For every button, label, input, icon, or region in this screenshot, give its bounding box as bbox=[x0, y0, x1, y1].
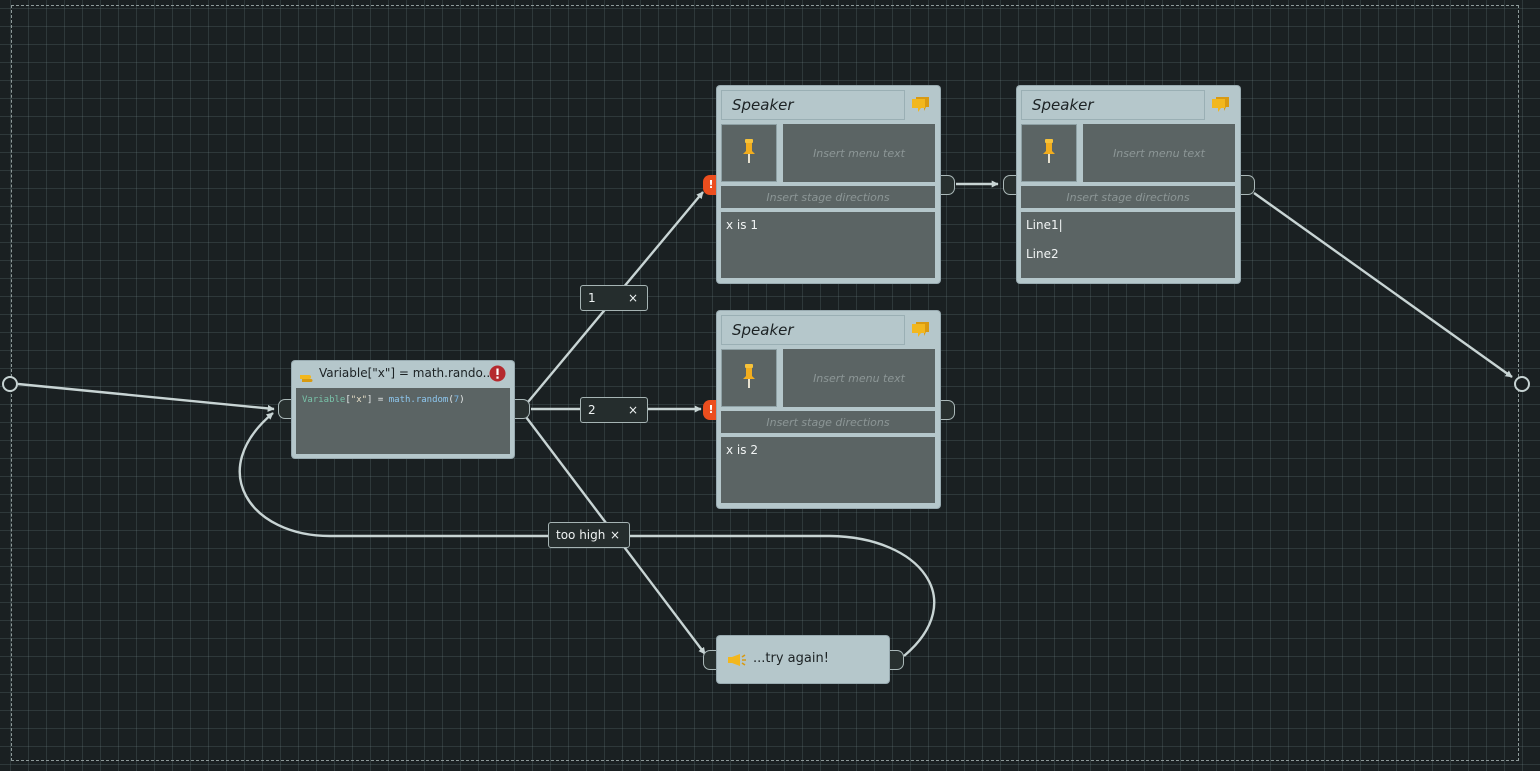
code-token-variable: Variable bbox=[302, 395, 346, 405]
speaker-portrait[interactable] bbox=[721, 124, 777, 182]
remove-condition-icon[interactable]: × bbox=[628, 286, 638, 310]
speaker-node-3[interactable]: Speaker Insert menu text Insert stage di… bbox=[717, 311, 940, 508]
condition-label[interactable]: 1 bbox=[588, 286, 596, 310]
megaphone-icon bbox=[727, 653, 747, 671]
flow-start-endpoint[interactable] bbox=[2, 376, 18, 392]
code-token-function: math.random bbox=[388, 395, 449, 405]
dialogue-line: x is 1 bbox=[726, 218, 758, 232]
speech-bubble-icon[interactable] bbox=[908, 316, 934, 342]
dialogue-text-field[interactable]: x is 2 bbox=[721, 437, 935, 503]
wire-start-to-script[interactable] bbox=[17, 382, 275, 412]
speaker-name[interactable]: Speaker bbox=[721, 315, 905, 345]
script-output-port[interactable] bbox=[515, 399, 530, 419]
condition-label[interactable]: too high bbox=[556, 523, 605, 547]
script-node-title: Variable["x"] = math.rando... bbox=[319, 366, 495, 380]
speaker-3-input-port-error[interactable]: ! bbox=[703, 400, 718, 420]
try-node-output-port[interactable] bbox=[889, 650, 904, 670]
remove-condition-icon[interactable]: × bbox=[628, 398, 638, 422]
speaker-portrait[interactable] bbox=[721, 349, 777, 407]
script-input-port[interactable] bbox=[278, 399, 293, 419]
condition-too-high[interactable]: too high × bbox=[548, 522, 630, 548]
dialogue-line: x is 2 bbox=[726, 443, 758, 457]
condition-x2[interactable]: 2 × bbox=[580, 397, 648, 423]
try-again-text[interactable]: ...try again! bbox=[753, 651, 829, 666]
speech-bubble-icon[interactable] bbox=[908, 91, 934, 117]
menu-text-field[interactable]: Insert menu text bbox=[783, 349, 935, 407]
speaker-2-input-port[interactable] bbox=[1003, 175, 1018, 195]
speaker-1-input-port-error[interactable]: ! bbox=[703, 175, 718, 195]
code-token-string: "x" bbox=[350, 395, 368, 405]
stage-directions-field[interactable]: Insert stage directions bbox=[721, 186, 935, 208]
wire-lines-to-end[interactable] bbox=[1253, 192, 1513, 378]
dialogue-text-field[interactable]: x is 1 bbox=[721, 212, 935, 278]
speech-bubble-icon[interactable] bbox=[1208, 91, 1234, 117]
menu-text-field[interactable]: Insert menu text bbox=[783, 124, 935, 182]
dialogue-line: Line2 bbox=[1026, 247, 1059, 261]
dialogue-text-field[interactable]: Line1| Line2 bbox=[1021, 212, 1235, 278]
speaker-1-output-port[interactable] bbox=[940, 175, 955, 195]
speaker-name[interactable]: Speaker bbox=[721, 90, 905, 120]
condition-label[interactable]: 2 bbox=[588, 398, 596, 422]
speaker-node-1[interactable]: Speaker Insert menu text Insert stage di… bbox=[717, 86, 940, 283]
script-node-header: Variable["x"] = math.rando... bbox=[292, 361, 514, 386]
try-again-node[interactable]: ...try again! bbox=[717, 636, 889, 683]
stage-directions-field[interactable]: Insert stage directions bbox=[721, 411, 935, 433]
pin-icon bbox=[742, 363, 756, 393]
script-code-editor[interactable]: Variable["x"] = math.random(7) bbox=[296, 388, 510, 454]
stage-directions-field[interactable]: Insert stage directions bbox=[1021, 186, 1235, 208]
pin-icon bbox=[742, 138, 756, 168]
code-token-assign: = bbox=[372, 395, 389, 405]
speaker-node-2[interactable]: Speaker Insert menu text Insert stage di… bbox=[1017, 86, 1240, 283]
condition-x1[interactable]: 1 × bbox=[580, 285, 648, 311]
remove-condition-icon[interactable]: × bbox=[610, 523, 620, 547]
dialogue-line: Line1| bbox=[1026, 218, 1063, 232]
script-node[interactable]: Variable["x"] = math.rando... Variable["… bbox=[292, 361, 514, 458]
flow-end-endpoint[interactable] bbox=[1514, 376, 1530, 392]
speaker-portrait[interactable] bbox=[1021, 124, 1077, 182]
code-token-paren: ) bbox=[459, 395, 465, 405]
speaker-3-output-port[interactable] bbox=[940, 400, 955, 420]
try-node-input-port[interactable] bbox=[703, 650, 718, 670]
speaker-name[interactable]: Speaker bbox=[1021, 90, 1205, 120]
speaker-2-output-port[interactable] bbox=[1240, 175, 1255, 195]
menu-text-field[interactable]: Insert menu text bbox=[1083, 124, 1235, 182]
pin-icon bbox=[1042, 138, 1056, 168]
